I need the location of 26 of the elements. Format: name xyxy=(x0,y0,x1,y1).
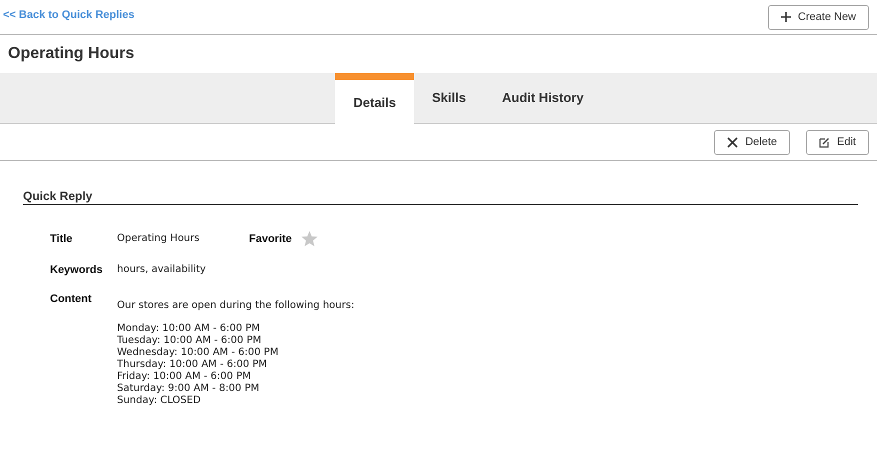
field-label: Keywords xyxy=(50,264,104,276)
close-icon xyxy=(727,136,738,148)
section-title: Quick Reply xyxy=(23,189,92,203)
field-label: Content xyxy=(50,293,93,307)
hours-line: Friday: 10:00 AM - 6:00 PM xyxy=(117,371,252,383)
page-title: Operating Hours xyxy=(8,45,134,63)
edit-button[interactable]: Edit xyxy=(806,130,869,154)
hours-line: Sunday: CLOSED xyxy=(117,395,202,407)
hours-line: Wednesday: 10:00 AM - 6:00 PM xyxy=(117,347,280,359)
tab[interactable]: Details xyxy=(335,73,414,124)
content-text: Our stores are open during the following hours: xyxy=(117,300,356,311)
hours-line: Saturday: 9:00 AM - 8:00 PM xyxy=(117,383,260,395)
field-value: hours, availability xyxy=(117,264,207,276)
star-icon[interactable] xyxy=(300,231,318,247)
tab[interactable]: Audit History xyxy=(484,73,602,124)
plus-icon xyxy=(780,12,791,22)
hours-line: Monday: 10:00 AM - 6:00 PM xyxy=(117,323,262,335)
create-new-button[interactable]: Create New xyxy=(768,4,869,30)
field-value: Operating Hours xyxy=(117,233,200,244)
field-label: Favorite xyxy=(249,233,292,245)
delete-button[interactable]: Delete xyxy=(714,130,790,154)
hours-line: Tuesday: 10:00 AM - 6:00 PM xyxy=(117,335,262,347)
hours-line: Thursday: 10:00 AM - 6:00 PM xyxy=(117,359,268,371)
field-label: Title xyxy=(50,233,74,247)
edit-icon xyxy=(819,136,830,148)
tab[interactable]: Skills xyxy=(414,73,484,124)
